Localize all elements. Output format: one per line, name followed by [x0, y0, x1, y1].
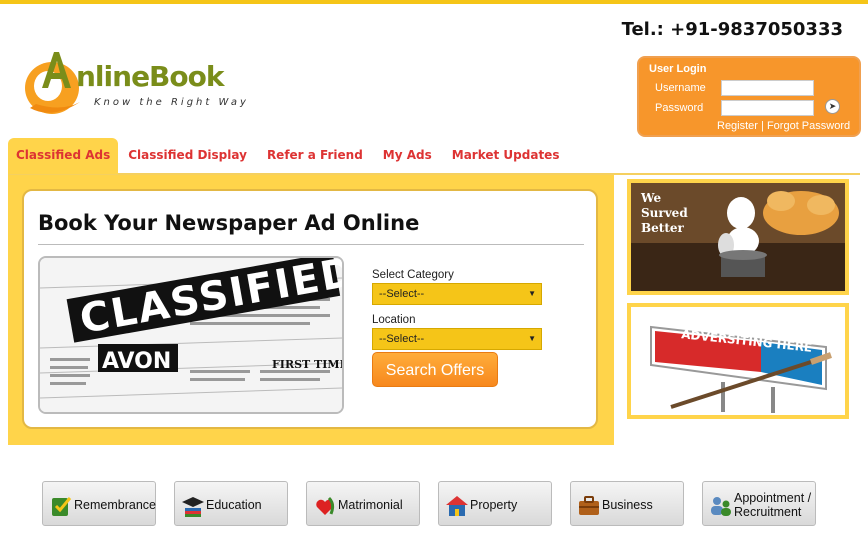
- category-selected-value: --Select--: [379, 288, 425, 300]
- tab-my-ads[interactable]: My Ads: [373, 138, 442, 174]
- main-nav-tabs: Classified Ads Classified Display Refer …: [8, 138, 569, 174]
- telephone-number: Tel.: +91-9837050333: [621, 19, 843, 40]
- category-remembrance[interactable]: Remembrance: [42, 481, 156, 526]
- billboard-ad-banner[interactable]: ADVERSITING HERE: [627, 303, 849, 419]
- top-accent-bar: [0, 0, 868, 4]
- house-icon: [446, 496, 468, 516]
- classifieds-newspaper-image: CLASSIFIEDS AVON FIRST TIME BUYERS: [38, 256, 344, 414]
- username-input[interactable]: [721, 80, 814, 96]
- location-select[interactable]: --Select-- ▼: [372, 328, 542, 350]
- heart-icon: [316, 496, 335, 515]
- location-label: Location: [372, 314, 416, 326]
- category-label: Remembrance: [74, 497, 156, 512]
- remembrance-icon: [52, 497, 72, 516]
- user-login-panel: User Login Username Password ➤ Register …: [637, 56, 861, 137]
- category-label: Appointment / Recruitment: [734, 490, 812, 519]
- logo-wordmark: nlineBook: [76, 60, 224, 93]
- category-label: Education: [206, 497, 262, 512]
- logo-mark-icon: [25, 52, 80, 114]
- tab-classified-display[interactable]: Classified Display: [118, 138, 257, 174]
- category-select[interactable]: --Select-- ▼: [372, 283, 542, 305]
- tab-refer-a-friend[interactable]: Refer a Friend: [257, 138, 373, 174]
- password-label: Password: [655, 102, 704, 114]
- svg-text:FIRST TIME BUYERS: FIRST TIME BUYERS: [272, 358, 342, 371]
- forgot-password-link[interactable]: Forgot Password: [767, 120, 850, 132]
- main-content-area: Book Your Newspaper Ad Online CLASSIFIED…: [8, 175, 614, 445]
- category-label: Select Category: [372, 269, 454, 281]
- briefcase-icon: [579, 496, 599, 515]
- booking-panel: Book Your Newspaper Ad Online CLASSIFIED…: [22, 189, 598, 429]
- tab-market-updates[interactable]: Market Updates: [442, 138, 570, 174]
- category-education[interactable]: Education: [174, 481, 288, 526]
- billboard-ad-image: [631, 307, 845, 415]
- logo-tagline: Know the Right Way: [94, 97, 249, 108]
- svg-text:AVON: AVON: [102, 349, 171, 374]
- graduation-cap-icon: [182, 497, 204, 517]
- category-label: Matrimonial: [338, 497, 403, 512]
- arrow-right-icon: ➤: [828, 101, 837, 111]
- username-label: Username: [655, 82, 706, 94]
- search-offers-button[interactable]: Search Offers: [372, 352, 498, 387]
- dropdown-arrow-icon: ▼: [528, 334, 536, 343]
- people-icon: [711, 497, 731, 516]
- login-links: Register | Forgot Password: [717, 120, 850, 132]
- dropdown-arrow-icon: ▼: [528, 289, 536, 298]
- chef-ad-caption: We Surved Better: [641, 191, 688, 235]
- category-property[interactable]: Property: [438, 481, 552, 526]
- register-link[interactable]: Register: [717, 120, 758, 132]
- category-business[interactable]: Business: [570, 481, 684, 526]
- password-input[interactable]: [721, 100, 814, 116]
- category-label: Business: [602, 497, 653, 512]
- site-logo[interactable]: nlineBook Know the Right Way: [22, 48, 272, 120]
- tab-classified-ads[interactable]: Classified Ads: [8, 138, 119, 174]
- category-label: Property: [470, 497, 518, 512]
- category-appointment-recruitment[interactable]: Appointment / Recruitment: [702, 481, 816, 526]
- category-matrimonial[interactable]: Matrimonial: [306, 481, 420, 526]
- chef-ad-banner[interactable]: We Surved Better: [627, 179, 849, 295]
- link-separator: |: [761, 120, 764, 132]
- page-title: Book Your Newspaper Ad Online: [38, 211, 420, 235]
- title-divider: [38, 244, 584, 245]
- login-title: User Login: [649, 63, 707, 75]
- location-selected-value: --Select--: [379, 333, 425, 345]
- login-submit-button[interactable]: ➤: [825, 99, 840, 114]
